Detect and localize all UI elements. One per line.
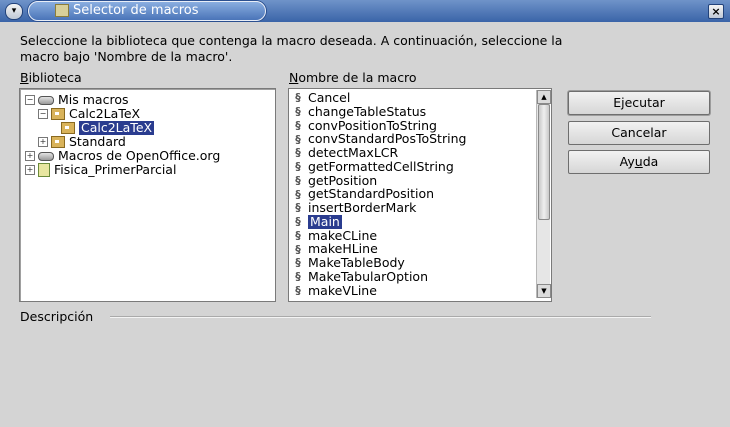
title-bar[interactable]: ▾ Selector de macros × (0, 0, 730, 22)
macro-list-item-label: getFormattedCellString (308, 158, 454, 174)
macro-list-item[interactable]: § getStandardPosition (293, 187, 466, 201)
macro-script-icon: § (295, 118, 301, 132)
macro-script-icon: § (295, 146, 301, 160)
scroll-down-icon[interactable]: ▼ (537, 284, 551, 298)
expand-icon[interactable]: + (25, 165, 35, 175)
macro-script-icon: § (295, 215, 301, 229)
description-label: Descripción (20, 309, 94, 324)
macro-list-item[interactable]: § Cancel (293, 91, 466, 105)
instruction-text: Seleccione la biblioteca que contenga la… (20, 33, 563, 64)
scroll-up-icon[interactable]: ▲ (537, 90, 551, 104)
close-button[interactable]: × (708, 4, 724, 19)
macro-list-item[interactable]: § detectMaxLCR (293, 146, 466, 160)
collapse-icon[interactable]: − (25, 95, 35, 105)
tree-item-mis-macros[interactable]: − Mis macros (25, 93, 128, 107)
window-title-pill: Selector de macros (28, 1, 266, 21)
library-icon (38, 95, 54, 105)
macro-list-item-label: getStandardPosition (308, 186, 435, 202)
macro-list-item[interactable]: § MakeTabularOption (293, 268, 466, 284)
expand-icon[interactable]: + (25, 151, 35, 161)
run-button[interactable]: Ejecutar (568, 91, 710, 115)
macro-list-item[interactable]: § Main (293, 213, 466, 230)
macro-list-scrollbar[interactable]: ▲ ▼ (536, 90, 551, 298)
macro-list-item-label: getPosition (308, 172, 378, 188)
macro-list-item-label: insertBorderMark (308, 200, 417, 215)
macro-list-item-label: makeVLine (308, 282, 377, 298)
library-tree[interactable]: − Mis macros − Calc2LaTeX Calc2LaTeX + S… (19, 88, 276, 302)
macro-list-item-label: MakeTabularOption (308, 268, 429, 284)
macro-list-item[interactable]: § MakeTableBody (293, 256, 466, 270)
macro-list-item[interactable]: § convPositionToString (293, 117, 466, 133)
macro-name-label: Nombre de la macro (289, 70, 417, 85)
scroll-thumb[interactable] (538, 104, 550, 220)
cancel-button[interactable]: Cancelar (568, 121, 710, 145)
expand-icon[interactable]: + (38, 137, 48, 147)
macro-list-item[interactable]: § makeHLine (293, 242, 466, 256)
library-icon (38, 151, 54, 161)
macro-script-icon: § (295, 160, 301, 174)
macro-script-icon: § (295, 242, 301, 256)
macro-list-item-label: convPositionToString (308, 117, 437, 133)
document-icon (38, 163, 50, 177)
tree-item-fisica-primerparcial[interactable]: + Fisica_PrimerParcial (25, 163, 176, 177)
tree-item-standard[interactable]: + Standard (38, 135, 126, 149)
folder-icon (61, 122, 75, 134)
macro-list-item[interactable]: § getPosition (293, 172, 466, 188)
macro-list[interactable]: § Cancel § changeTableStatus § convPositionTo… (288, 88, 552, 302)
macro-list-item-label: makeHLine (308, 241, 378, 257)
macro-script-icon: § (295, 132, 301, 146)
macro-list-item[interactable]: § makeVLine (293, 282, 466, 298)
macro-list-item-label: MakeTableBody (308, 255, 405, 270)
macro-script-icon: § (295, 91, 301, 105)
macro-folder-icon (55, 4, 69, 17)
macro-script-icon: § (295, 187, 301, 201)
collapse-icon[interactable]: − (38, 109, 48, 119)
macro-list-item[interactable]: § makeCLine (293, 227, 466, 243)
macro-script-icon: § (295, 105, 301, 119)
macro-list-item-label: makeCLine (308, 227, 378, 243)
window-title: Selector de macros (73, 3, 199, 18)
folder-icon (51, 136, 65, 148)
macro-list-item-label: convStandardPosToString (308, 131, 467, 147)
macro-list-item[interactable]: § convStandardPosToString (293, 132, 466, 146)
macro-script-icon: § (295, 256, 301, 270)
macro-list-item-label: detectMaxLCR (308, 145, 399, 160)
macro-items: § Cancel § changeTableStatus § convPositionTo… (293, 91, 466, 297)
macro-list-item[interactable]: § insertBorderMark (293, 201, 466, 215)
tree-item-calc2latex-library[interactable]: − Calc2LaTeX (38, 107, 140, 121)
macro-list-item[interactable]: § getFormattedCellString (293, 158, 466, 174)
folder-icon (51, 108, 65, 120)
description-separator (110, 316, 651, 318)
macro-script-icon: § (295, 201, 301, 215)
macro-script-icon: § (295, 228, 301, 242)
macro-list-item-label: Cancel (308, 90, 351, 105)
macro-script-icon: § (295, 270, 301, 284)
tree-item-calc2latex-module[interactable]: Calc2LaTeX (61, 120, 156, 136)
macro-script-icon: § (295, 283, 301, 297)
macro-list-item-label: changeTableStatus (308, 103, 427, 119)
help-button[interactable]: Ayuda (568, 150, 710, 174)
macro-script-icon: § (295, 173, 301, 187)
macro-list-item-label: Main (307, 213, 343, 230)
library-label: Biblioteca (20, 70, 82, 85)
tree-item-openoffice-macros[interactable]: + Macros de OpenOffice.org (25, 149, 220, 163)
window-menu-button[interactable]: ▾ (5, 3, 23, 20)
macro-list-item[interactable]: § changeTableStatus (293, 103, 466, 119)
